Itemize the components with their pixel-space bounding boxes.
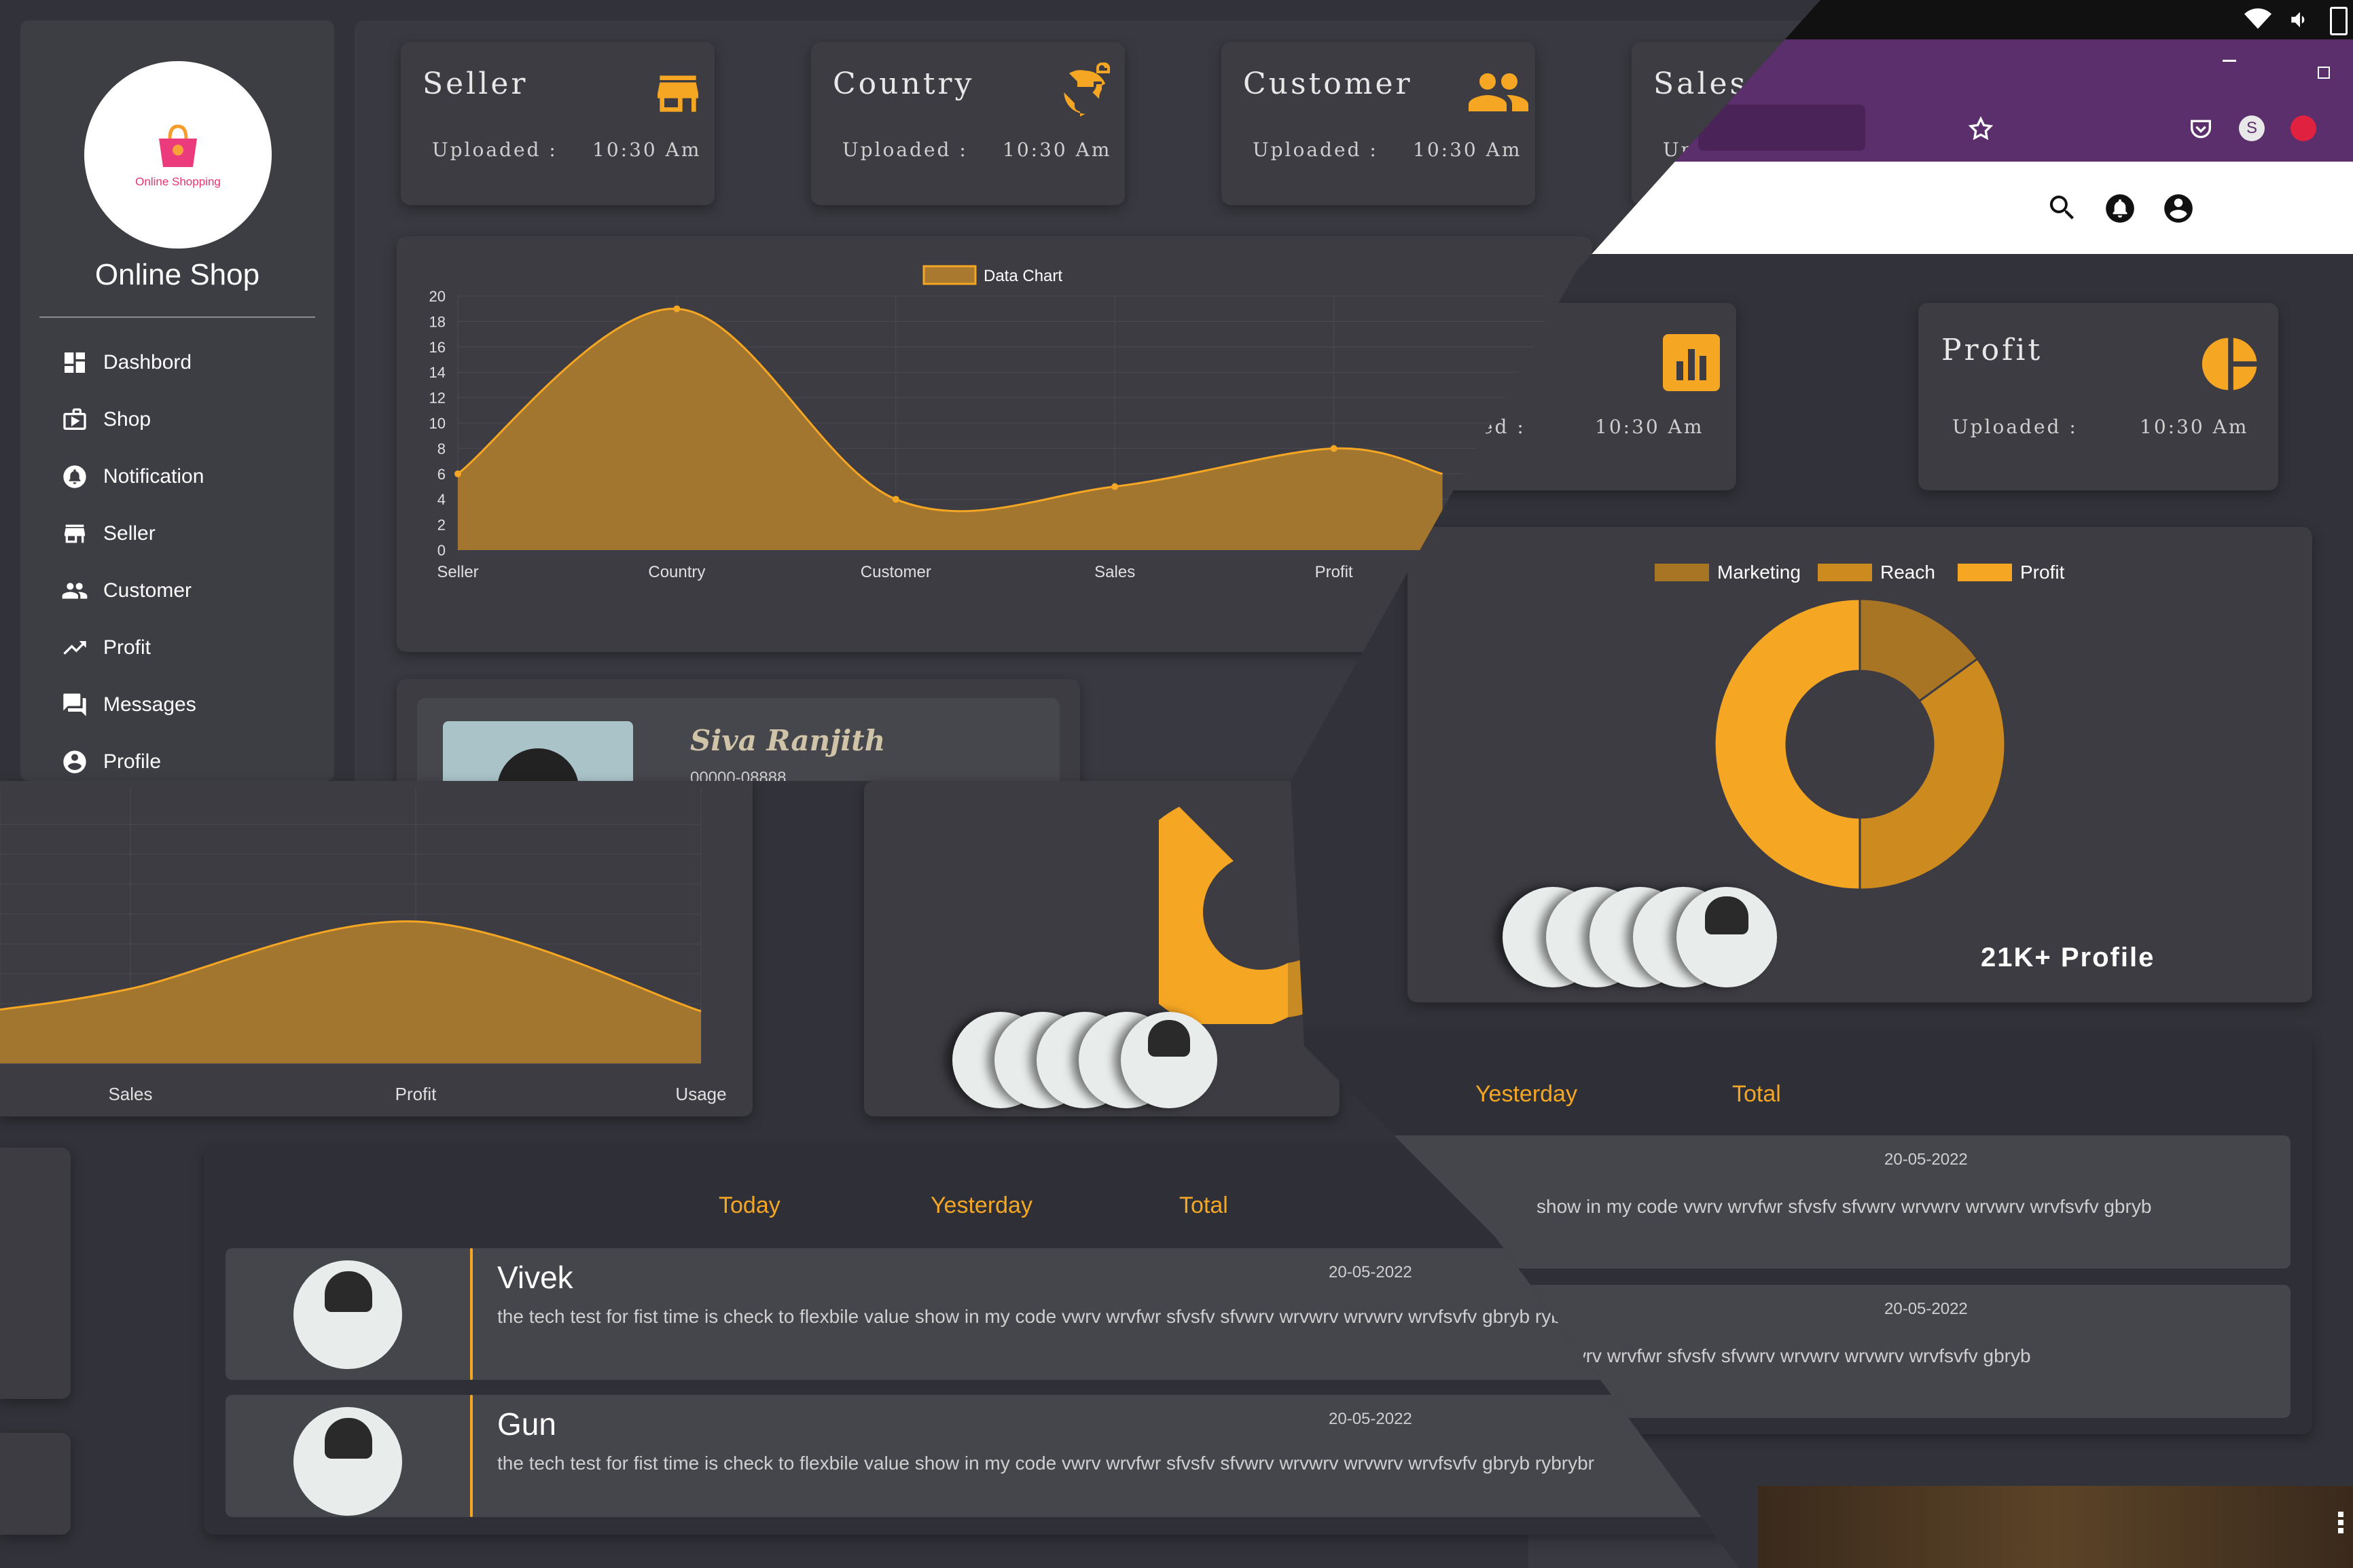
- legend-swatch: [1818, 564, 1872, 581]
- app-grid-icon[interactable]: [2335, 1509, 2353, 1543]
- avatar: [1676, 887, 1777, 987]
- message-text: the tech test for fist time is check to …: [497, 1306, 1595, 1327]
- tab-today[interactable]: Today: [719, 1192, 780, 1219]
- bell-icon[interactable]: [2103, 192, 2137, 225]
- message-text: code vwrv wrvfwr sfvsfv sfvwrv wrvwrv wr…: [1516, 1345, 2031, 1366]
- legend-swatch: [1655, 564, 1709, 581]
- x-tick-label: Profit: [395, 1084, 437, 1104]
- tab-total[interactable]: Total: [1179, 1192, 1228, 1219]
- pocket-icon[interactable]: [2187, 115, 2214, 143]
- secondary-chart: Sales Profit Usage: [0, 788, 727, 1104]
- avatar: [293, 1260, 402, 1369]
- donut-card: Marketing Reach Profit 21K+ Profile: [1407, 527, 2312, 1002]
- message-date: 20-05-2022: [1329, 1410, 1412, 1428]
- pie-slice: [1858, 657, 2007, 891]
- tab-yesterday[interactable]: Yesterday: [931, 1192, 1032, 1219]
- tab-total[interactable]: Total: [1732, 1081, 1781, 1108]
- message-text: the tech test for fist time is check to …: [497, 1453, 1595, 1474]
- stat-title: Profit: [1941, 333, 2043, 367]
- pie-icon: [2202, 338, 2257, 390]
- donut-card-partial: [864, 781, 1340, 1116]
- stat-sub-label: Uploaded :: [1952, 416, 2078, 438]
- account-icon[interactable]: [2161, 192, 2195, 225]
- adblock-icon[interactable]: [2291, 115, 2316, 141]
- profile-count: 21K+ Profile: [1981, 943, 2155, 972]
- stat-card-profit[interactable]: Profit Uploaded : 10:30 Am: [1918, 303, 2278, 490]
- search-icon[interactable]: [2046, 192, 2079, 224]
- wifi-icon: [2244, 8, 2271, 29]
- message-sender: Vivek: [497, 1260, 573, 1295]
- avatar-stack: [1503, 887, 1801, 989]
- message-date: 20-05-2022: [1884, 1300, 1968, 1318]
- list-item[interactable]: Gun 20-05-2022 the tech test for fist ti…: [226, 1395, 1724, 1517]
- secondary-chart-card: Sales Profit Usage: [0, 781, 753, 1116]
- area-fill: [0, 921, 701, 1063]
- message-text: show in my code vwrv wrvfwr sfvsfv sfvwr…: [1537, 1196, 2152, 1217]
- side-stub: [0, 1148, 71, 1399]
- x-tick-label: Usage: [675, 1084, 726, 1104]
- tab-yesterday[interactable]: Yesterday: [1475, 1081, 1577, 1108]
- bar-chart-icon: [1663, 334, 1720, 391]
- minimize-icon[interactable]: [2223, 60, 2236, 62]
- stat-time: 10:30 Am: [1595, 416, 1704, 438]
- side-stub: [0, 1433, 71, 1535]
- legend-swatch: [1958, 564, 2012, 581]
- avatar: [293, 1407, 402, 1516]
- pie-slice: [1713, 598, 1861, 891]
- restore-icon[interactable]: [2318, 67, 2330, 79]
- wallpaper-strip: [1758, 1486, 2353, 1568]
- extension-s-icon[interactable]: S: [2239, 115, 2265, 141]
- stat-time: 10:30 Am: [2140, 416, 2249, 438]
- address-bar[interactable]: [1698, 105, 1865, 151]
- message-sender: Gun: [497, 1406, 556, 1442]
- legend-label: Profit: [2020, 562, 2065, 583]
- accent-bar: [470, 1395, 473, 1517]
- star-icon[interactable]: [1967, 115, 1994, 143]
- battery-icon: [2330, 7, 2348, 35]
- message-date: 20-05-2022: [1884, 1150, 1968, 1169]
- x-tick-label: Sales: [108, 1084, 152, 1104]
- legend-label: Marketing: [1717, 562, 1801, 583]
- volume-icon: [2291, 12, 2305, 28]
- message-date: 20-05-2022: [1329, 1263, 1412, 1281]
- avatar-stack: [952, 1012, 1224, 1114]
- list-item[interactable]: Vivek 20-05-2022 the tech test for fist …: [226, 1248, 1724, 1380]
- avatar: [1121, 1012, 1217, 1108]
- legend-label: Reach: [1880, 562, 1935, 583]
- accent-bar: [470, 1248, 473, 1380]
